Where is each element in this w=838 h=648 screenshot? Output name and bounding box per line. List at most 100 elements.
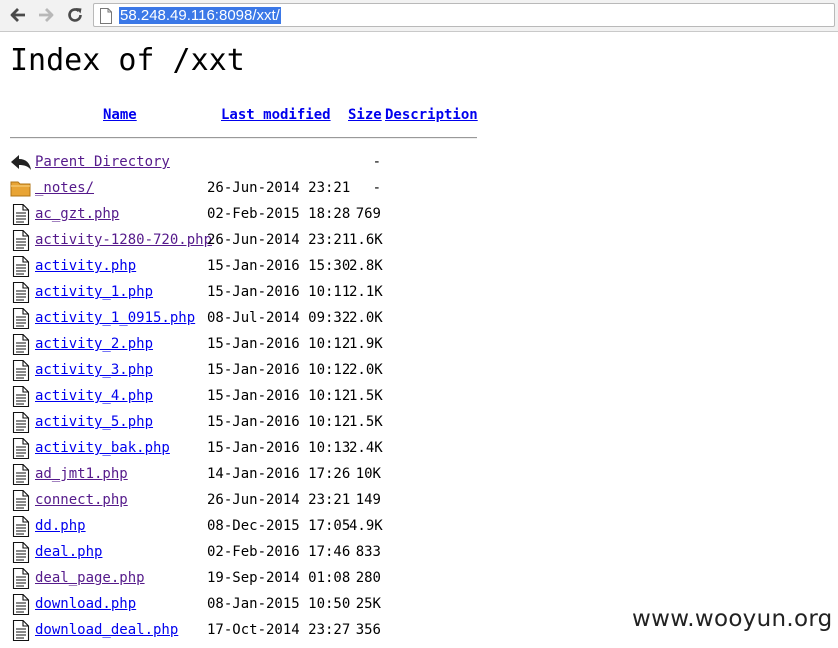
- file-link[interactable]: activity_1.php: [35, 284, 153, 300]
- file-link[interactable]: activity_bak.php: [35, 440, 170, 456]
- file-icon: [10, 463, 32, 486]
- file-link[interactable]: ac_gzt.php: [35, 206, 119, 222]
- file-link[interactable]: connect.php: [35, 492, 128, 508]
- watermark: www.wooyun.org: [632, 606, 833, 632]
- file-link[interactable]: _notes/: [35, 180, 94, 196]
- file-link[interactable]: activity_5.php: [35, 414, 153, 430]
- table-row: activity-1280-720.php 26-Jun-2014 23:21 1.…: [0, 227, 838, 253]
- table-row: activity_bak.php 15-Jan-2016 10:13 2.4K: [0, 435, 838, 461]
- table-row: deal_page.php 19-Sep-2014 01:08 280: [0, 565, 838, 591]
- file-link[interactable]: activity_3.php: [35, 362, 153, 378]
- file-size: 833: [355, 544, 381, 560]
- header-divider: [10, 137, 477, 139]
- table-row: ad_jmt1.php 14-Jan-2016 17:26 10K: [0, 461, 838, 487]
- url-text[interactable]: 58.248.49.116:8098/xxt/: [119, 7, 281, 24]
- table-row: dd.php 08-Dec-2015 17:05 4.9K: [0, 513, 838, 539]
- modified-date: 08-Dec-2015 17:05: [207, 518, 351, 534]
- modified-date: 15-Jan-2016 10:11: [207, 284, 351, 300]
- reload-icon: [68, 8, 82, 22]
- modified-date: 15-Jan-2016 10:13: [207, 440, 351, 456]
- arrow-right-icon: [39, 8, 54, 22]
- file-icon: [10, 281, 32, 304]
- file-icon: [10, 307, 32, 330]
- file-link[interactable]: deal.php: [35, 544, 102, 560]
- modified-date: 08-Jan-2015 10:50: [207, 596, 351, 612]
- file-link[interactable]: activity_4.php: [35, 388, 153, 404]
- file-icon: [10, 593, 32, 616]
- table-row: connect.php 26-Jun-2014 23:21 149: [0, 487, 838, 513]
- modified-date: 15-Jan-2016 10:12: [207, 336, 351, 352]
- file-link[interactable]: activity-1280-720.php: [35, 232, 212, 248]
- file-icon: [10, 619, 32, 642]
- table-row: activity_4.php 15-Jan-2016 10:12 1.5K: [0, 383, 838, 409]
- forward-button[interactable]: [34, 3, 58, 27]
- file-icon: [10, 333, 32, 356]
- file-icon: [10, 541, 32, 564]
- modified-date: 19-Sep-2014 01:08: [207, 570, 351, 586]
- file-size: 2.0K: [349, 362, 383, 378]
- file-size: 1.5K: [349, 414, 383, 430]
- file-link[interactable]: download_deal.php: [35, 622, 178, 638]
- file-link[interactable]: dd.php: [35, 518, 86, 534]
- arrow-left-icon: [10, 8, 25, 22]
- modified-date: 15-Jan-2016 15:30: [207, 258, 351, 274]
- sort-by-modified-link[interactable]: Last modified: [221, 107, 331, 123]
- file-size: 280: [355, 570, 381, 586]
- file-size: 10K: [355, 466, 381, 482]
- file-icon: [10, 255, 32, 278]
- back-folder-icon: [10, 152, 32, 173]
- folder-icon: [10, 178, 32, 199]
- file-link[interactable]: ad_jmt1.php: [35, 466, 128, 482]
- table-row: activity_3.php 15-Jan-2016 10:12 2.0K: [0, 357, 838, 383]
- table-row: _notes/26-Jun-2014 23:21 -: [0, 175, 838, 201]
- modified-date: 26-Jun-2014 23:21: [207, 180, 351, 196]
- file-size: 2.1K: [349, 284, 383, 300]
- file-icon: [10, 437, 32, 460]
- file-icon: [10, 411, 32, 434]
- modified-date: 02-Feb-2016 17:46: [207, 544, 351, 560]
- table-row: deal.php 02-Feb-2016 17:46 833: [0, 539, 838, 565]
- table-row: activity.php 15-Jan-2016 15:30 2.8K: [0, 253, 838, 279]
- file-size: 769: [355, 206, 381, 222]
- modified-date: 15-Jan-2016 10:12: [207, 388, 351, 404]
- modified-date: 26-Jun-2014 23:21: [207, 232, 351, 248]
- back-button[interactable]: [6, 3, 30, 27]
- modified-date: 15-Jan-2016 10:12: [207, 362, 351, 378]
- page-icon: [100, 8, 112, 24]
- file-size: 4.9K: [349, 518, 383, 534]
- sort-by-description-link[interactable]: Description: [385, 107, 478, 123]
- file-link[interactable]: deal_page.php: [35, 570, 145, 586]
- table-row: activity_1_0915.php 08-Jul-2014 09:32 2.0K: [0, 305, 838, 331]
- file-icon: [10, 229, 32, 252]
- file-icon: [10, 203, 32, 226]
- file-size: 1.6K: [349, 232, 383, 248]
- modified-date: 14-Jan-2016 17:26: [207, 466, 351, 482]
- file-size: 1.5K: [349, 388, 383, 404]
- file-link[interactable]: activity_2.php: [35, 336, 153, 352]
- file-link[interactable]: download.php: [35, 596, 136, 612]
- file-icon: [10, 359, 32, 382]
- table-row: activity_5.php 15-Jan-2016 10:12 1.5K: [0, 409, 838, 435]
- table-row: ac_gzt.php 02-Feb-2015 18:28 769: [0, 201, 838, 227]
- modified-date: 26-Jun-2014 23:21: [207, 492, 351, 508]
- file-link[interactable]: Parent Directory: [35, 154, 170, 170]
- table-row: activity_2.php 15-Jan-2016 10:12 1.9K: [0, 331, 838, 357]
- browser-toolbar: 58.248.49.116:8098/xxt/: [0, 0, 838, 32]
- file-size: 356: [355, 622, 381, 638]
- sort-by-size-link[interactable]: Size: [348, 107, 382, 123]
- modified-date: 02-Feb-2015 18:28: [207, 206, 351, 222]
- file-icon: [10, 489, 32, 512]
- file-size: 2.8K: [349, 258, 383, 274]
- modified-date: 15-Jan-2016 10:12: [207, 414, 351, 430]
- file-icon: [10, 567, 32, 590]
- file-icon: [10, 385, 32, 408]
- file-size: 25K: [355, 596, 381, 612]
- file-size: 2.4K: [349, 440, 383, 456]
- file-link[interactable]: activity_1_0915.php: [35, 310, 195, 326]
- reload-button[interactable]: [63, 3, 87, 27]
- sort-by-name-link[interactable]: Name: [103, 107, 137, 123]
- file-link[interactable]: activity.php: [35, 258, 136, 274]
- address-bar[interactable]: 58.248.49.116:8098/xxt/: [93, 3, 835, 27]
- file-size: -: [372, 154, 381, 170]
- modified-date: 17-Oct-2014 23:27: [207, 622, 351, 638]
